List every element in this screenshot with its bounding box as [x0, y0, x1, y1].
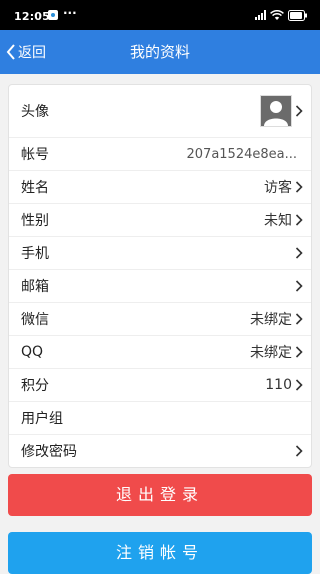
more-notifications-icon: ··· — [63, 6, 77, 20]
gender-value: 未知 — [264, 213, 292, 229]
chevron-right-icon — [295, 313, 303, 325]
logout-button[interactable]: 退出登录 — [8, 474, 312, 516]
chevron-right-icon — [295, 214, 303, 226]
status-time: 12:05 — [14, 10, 51, 23]
chevron-right-icon — [295, 379, 303, 391]
phone-row[interactable]: 手机 — [9, 237, 311, 270]
back-label: 返回 — [18, 45, 46, 61]
usergroup-label: 用户组 — [21, 411, 63, 427]
deactivate-account-button[interactable]: 注销帐号 — [8, 532, 312, 574]
qq-row[interactable]: QQ 未绑定 — [9, 336, 311, 369]
profile-card: 头像 帐号 207a1524e8ea... 姓名 访客 性别 未知 手机 邮箱 … — [8, 84, 312, 468]
battery-icon — [288, 9, 308, 21]
chevron-right-icon — [295, 181, 303, 193]
cellular-signal-icon — [255, 10, 266, 20]
change-password-row[interactable]: 修改密码 — [9, 435, 311, 467]
avatar — [260, 95, 292, 127]
account-row[interactable]: 帐号 207a1524e8ea... — [9, 138, 311, 171]
account-label: 帐号 — [21, 147, 49, 163]
phone-label: 手机 — [21, 246, 49, 262]
qq-label: QQ — [21, 344, 44, 360]
account-value: 207a1524e8ea... — [186, 146, 298, 162]
chevron-right-icon — [295, 247, 303, 259]
page-title: 我的资料 — [129, 43, 190, 61]
change-password-label: 修改密码 — [21, 444, 77, 460]
default-user-icon — [261, 96, 291, 126]
points-label: 积分 — [21, 378, 49, 394]
email-label: 邮箱 — [21, 279, 49, 295]
email-row[interactable]: 邮箱 — [9, 270, 311, 303]
nav-bar: 返回 我的资料 — [0, 30, 320, 74]
chevron-left-icon — [6, 44, 15, 60]
wifi-icon — [270, 9, 284, 21]
status-indicators — [255, 8, 308, 22]
gender-row[interactable]: 性别 未知 — [9, 204, 311, 237]
back-button[interactable]: 返回 — [6, 30, 46, 74]
wechat-label: 微信 — [21, 312, 49, 328]
name-label: 姓名 — [21, 180, 49, 196]
points-value: 110 — [265, 377, 292, 393]
qq-value: 未绑定 — [250, 345, 292, 361]
gender-label: 性别 — [21, 213, 49, 229]
usergroup-row: 用户组 — [9, 402, 311, 435]
wechat-row[interactable]: 微信 未绑定 — [9, 303, 311, 336]
chevron-right-icon — [295, 445, 303, 457]
chevron-right-icon — [295, 280, 303, 292]
status-bar: 12:05 ··· — [0, 0, 320, 30]
name-row[interactable]: 姓名 访客 — [9, 171, 311, 204]
wechat-value: 未绑定 — [250, 312, 292, 328]
name-value: 访客 — [264, 180, 292, 196]
chevron-right-icon — [295, 105, 303, 117]
avatar-label: 头像 — [21, 104, 49, 120]
app-notification-icon — [48, 10, 58, 20]
chevron-right-icon — [295, 346, 303, 358]
points-row[interactable]: 积分 110 — [9, 369, 311, 402]
avatar-row[interactable]: 头像 — [9, 85, 311, 138]
